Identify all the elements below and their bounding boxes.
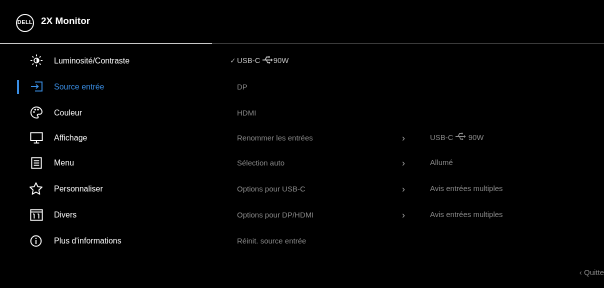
logo-text: DELL — [17, 20, 33, 26]
chevron-right-icon: › — [402, 209, 405, 220]
menu-document-icon — [29, 156, 43, 170]
rename-value: USB-C 90W — [430, 125, 600, 150]
quit-button[interactable]: ‹ Quitte — [579, 268, 604, 277]
quit-label: Quitte — [583, 268, 604, 277]
sidebar-item-label: Personnaliser — [54, 184, 103, 193]
chevron-right-icon: › — [402, 132, 405, 143]
source-option-reset[interactable]: Réinit. source entrée — [226, 228, 486, 253]
display-monitor-icon — [29, 131, 43, 145]
header-divider-active — [0, 43, 212, 44]
monitor-title: 2X Monitor — [41, 16, 91, 27]
sidebar-item-misc[interactable]: Divers — [0, 202, 212, 227]
usbc-options-value: Avis entrées multiples — [430, 184, 503, 193]
checkmark-icon: ✓ — [230, 57, 236, 65]
sidebar-item-label: Couleur — [54, 108, 83, 117]
sidebar-item-label: Source entrée — [54, 82, 105, 91]
sidebar-item-label: Luminosité/Contraste — [54, 56, 130, 65]
source-option-usbc[interactable]: ✓ USB-C 90W — [226, 48, 486, 73]
color-palette-icon — [29, 106, 43, 120]
brightness-icon — [29, 54, 43, 68]
sidebar-item-personalize[interactable]: Personnaliser — [0, 176, 212, 201]
source-option-label: Options pour DP/HDMI — [237, 210, 314, 219]
usb-power-icon — [262, 55, 274, 66]
source-option-dp[interactable]: DP — [226, 74, 486, 99]
sidebar-item-input-source[interactable]: Source entrée — [0, 74, 212, 99]
rename-power-label: 90W — [468, 133, 484, 142]
sidebar-item-color[interactable]: Couleur — [0, 100, 212, 125]
source-option-label: USB-C 90W — [237, 55, 289, 66]
chevron-right-icon: › — [402, 183, 405, 194]
active-indicator — [17, 80, 19, 94]
source-option-label: Renommer les entrées — [237, 133, 313, 142]
misc-info-icon — [29, 208, 43, 222]
sidebar-item-label: Menu — [54, 158, 75, 167]
sidebar-item-label: Affichage — [54, 133, 88, 142]
sidebar-item-display[interactable]: Affichage — [0, 125, 212, 150]
sidebar-item-label: Plus d'informations — [54, 236, 122, 245]
rename-value-label: USB-C — [430, 133, 454, 142]
source-option-label: Sélection auto — [237, 158, 285, 167]
header: DELL 2X Monitor — [0, 0, 604, 44]
sidebar-item-label: Divers — [54, 210, 77, 219]
source-option-hdmi[interactable]: HDMI — [226, 100, 486, 125]
sidebar-item-brightness-contrast[interactable]: Luminosité/Contraste — [0, 48, 212, 73]
sidebar-item-more-info[interactable]: Plus d'informations — [0, 228, 212, 253]
source-option-label: DP — [237, 82, 248, 91]
input-source-icon — [29, 80, 43, 94]
auto-select-value: Allumé — [430, 158, 453, 167]
source-option-label: Options pour USB-C — [237, 184, 306, 193]
header-divider — [212, 43, 604, 44]
dphdmi-options-value: Avis entrées multiples — [430, 210, 503, 219]
info-circle-icon — [29, 234, 43, 248]
source-option-label: HDMI — [237, 108, 257, 117]
star-icon — [29, 182, 43, 196]
chevron-right-icon: › — [402, 157, 405, 168]
sidebar-item-menu[interactable]: Menu — [0, 150, 212, 175]
dell-logo: DELL — [16, 14, 34, 32]
source-option-label: Réinit. source entrée — [237, 236, 307, 245]
usb-power-icon — [455, 132, 467, 143]
